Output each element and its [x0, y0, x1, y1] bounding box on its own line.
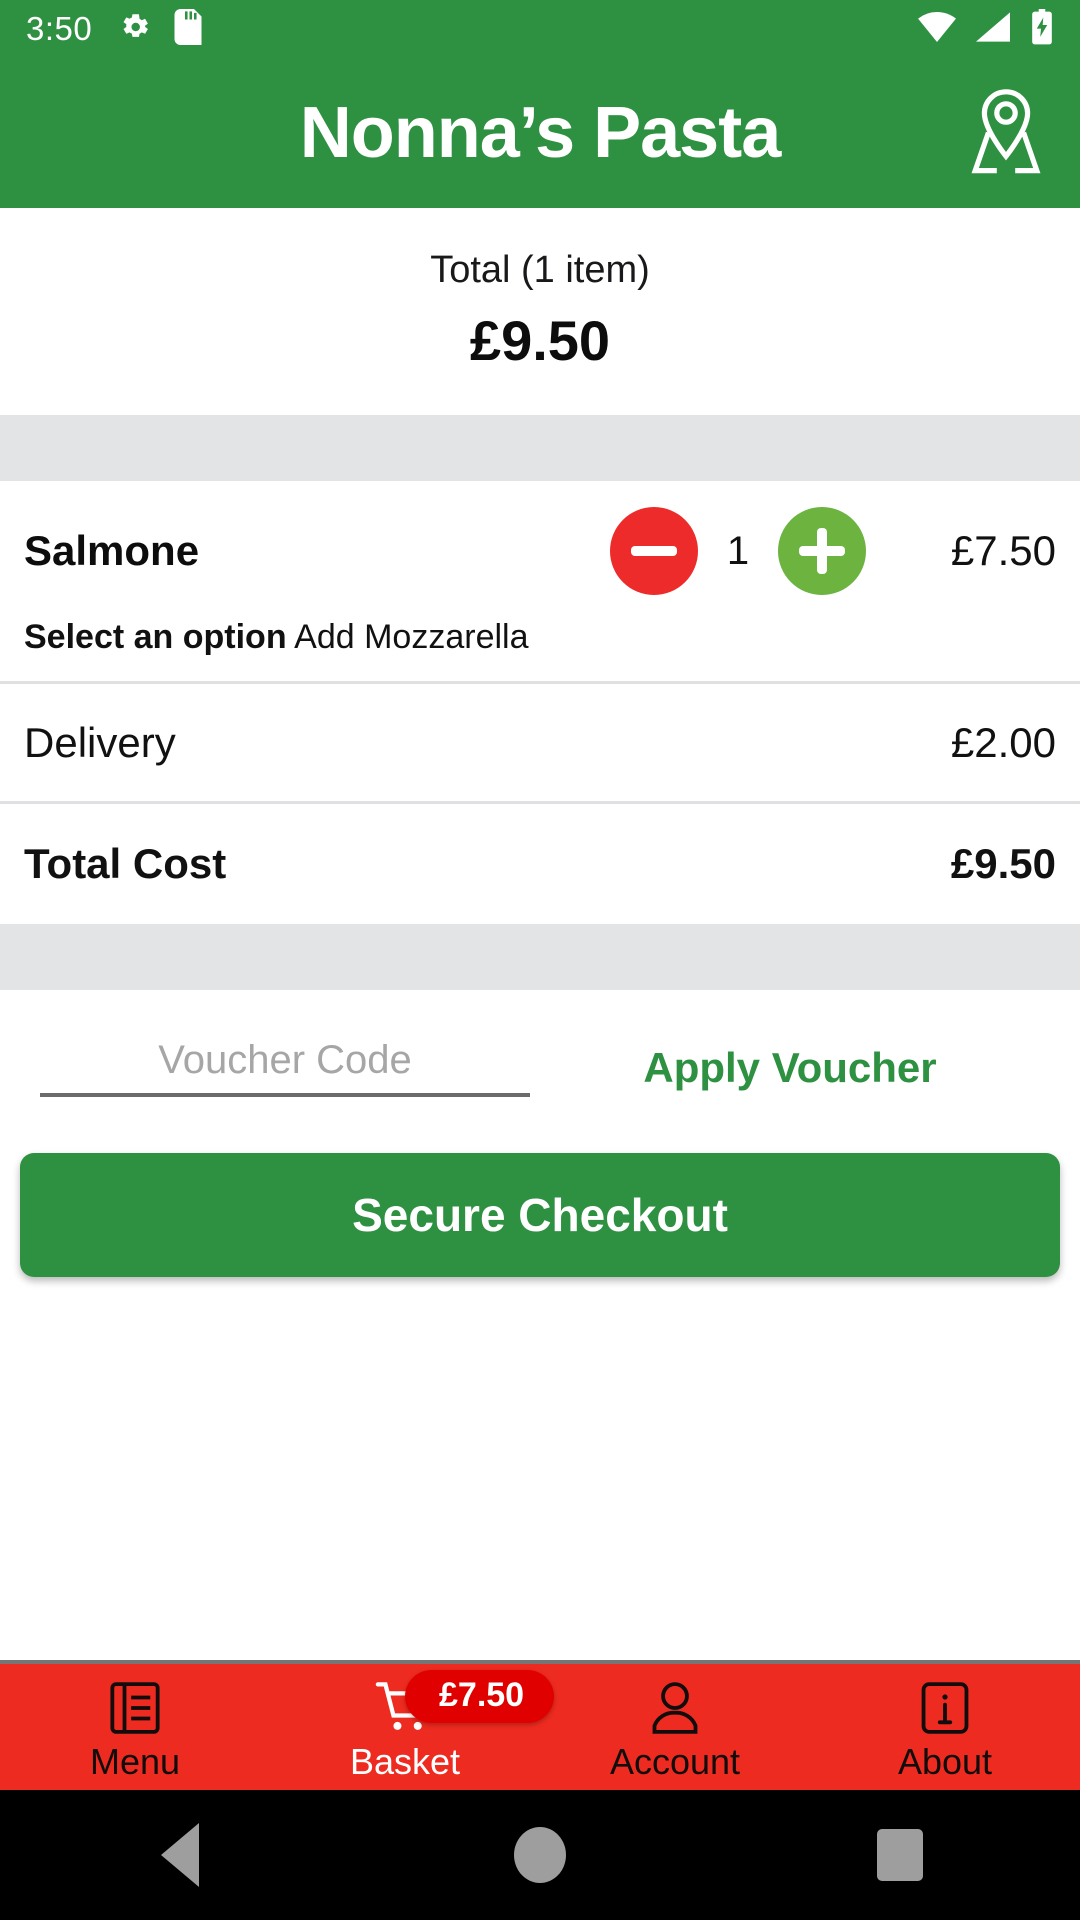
cellular-signal-icon [976, 11, 1010, 47]
wifi-icon [918, 11, 956, 47]
bottom-navigation-bar: Menu £7.50 Basket Account About [0, 1660, 1080, 1790]
delivery-label: Delivery [24, 718, 176, 766]
basket-item-price: £7.50 [950, 527, 1056, 575]
delivery-row: Delivery £2.00 [0, 684, 1080, 805]
status-bar-left-icons [118, 8, 202, 50]
menu-book-icon [104, 1674, 166, 1742]
increment-quantity-button[interactable] [778, 507, 866, 596]
quantity-value: 1 [726, 528, 750, 573]
nav-item-menu-label: Menu [89, 1741, 181, 1782]
voucher-code-input[interactable] [40, 1038, 530, 1084]
nav-item-about-label: About [897, 1741, 993, 1782]
total-cost-value: £9.50 [950, 840, 1056, 888]
nav-item-account[interactable]: Account [540, 1664, 810, 1782]
home-circle-icon[interactable] [460, 1790, 620, 1920]
nav-item-about[interactable]: About [810, 1664, 1080, 1782]
basket-total-badge: £7.50 [405, 1670, 555, 1723]
basket-list: Salmone 1 £7.50 Select an option Add Moz… [0, 481, 1080, 925]
checkout-section: Secure Checkout [0, 1097, 1080, 1278]
map-location-pin-icon[interactable] [960, 87, 1052, 179]
basket-item-option: Select an option Add Mozzarella [24, 615, 1056, 659]
status-bar: 3:50 [0, 0, 1080, 58]
recents-square-icon[interactable] [820, 1790, 980, 1920]
android-system-navigation [0, 1790, 1080, 1920]
nav-item-account-label: Account [609, 1741, 741, 1782]
order-summary: Total (1 item) £9.50 [0, 208, 1080, 416]
section-divider-band-top [0, 415, 1080, 482]
battery-charging-icon [1030, 8, 1054, 50]
sd-card-icon [174, 8, 202, 50]
nav-item-basket-label: Basket [349, 1741, 461, 1782]
secure-checkout-button[interactable]: Secure Checkout [20, 1153, 1060, 1278]
person-icon [644, 1674, 706, 1742]
section-divider-band-bottom [0, 924, 1080, 991]
info-icon [914, 1674, 976, 1742]
total-cost-row: Total Cost £9.50 [0, 804, 1080, 924]
basket-item-name: Salmone [24, 527, 200, 575]
basket-item-main: Salmone 1 £7.50 [24, 507, 1056, 596]
voucher-field[interactable] [40, 1038, 530, 1098]
decrement-quantity-button[interactable] [610, 507, 698, 596]
basket-item-row: Salmone 1 £7.50 Select an option Add Moz… [0, 481, 1080, 685]
basket-item-option-value: Add Mozzarella [294, 618, 529, 657]
status-bar-right-icons [918, 8, 1054, 50]
order-summary-amount: £9.50 [469, 308, 611, 372]
app-bar: Nonna’s Pasta [0, 58, 1080, 208]
quantity-stepper: 1 [610, 507, 866, 596]
page-title: Nonna’s Pasta [299, 93, 781, 173]
basket-item-option-label: Select an option [24, 618, 287, 657]
plus-circle-icon [799, 528, 845, 575]
minus-circle-icon [631, 546, 677, 557]
gear-icon [118, 10, 152, 49]
back-triangle-icon[interactable] [100, 1790, 260, 1920]
order-summary-label: Total (1 item) [430, 249, 650, 291]
nav-item-basket[interactable]: £7.50 Basket [270, 1664, 555, 1782]
voucher-section: Apply Voucher [0, 990, 1080, 1098]
total-cost-label: Total Cost [24, 840, 227, 888]
apply-voucher-button[interactable]: Apply Voucher [530, 1044, 1050, 1092]
nav-item-menu[interactable]: Menu [0, 1664, 270, 1782]
status-bar-clock: 3:50 [26, 10, 93, 47]
delivery-value: £2.00 [950, 718, 1056, 766]
app-screen: 3:50 Nonna’s Pasta Total (1 item) £9.50 … [0, 0, 1080, 1920]
